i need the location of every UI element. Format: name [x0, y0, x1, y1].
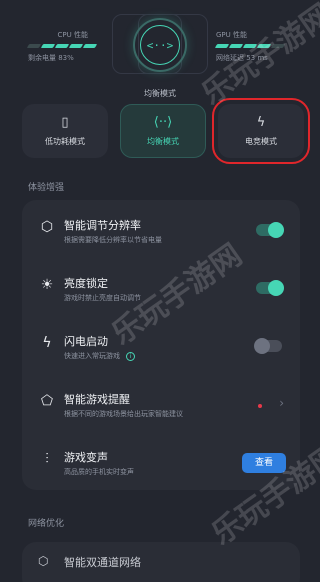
bulb-icon: ⬠	[40, 393, 54, 409]
mode-low-power-label: 低功耗模式	[45, 136, 85, 146]
mode-low-power[interactable]: ▯ 低功耗模式	[22, 104, 108, 158]
mode-esports[interactable]: ϟ 电竞模式	[212, 98, 310, 164]
mode-balanced-label: 均衡模式	[147, 136, 179, 146]
resolution-icon: ⬡	[40, 219, 54, 235]
feature-name: 智能游戏提醒	[64, 393, 130, 406]
feature-row-game-reminder[interactable]: ⬠ 智能游戏提醒 根据不同的游戏场景给出玩家智能建议 ›	[22, 374, 300, 432]
section-network-title: 网络优化	[28, 519, 65, 529]
mode-esports-label: 电竞模式	[245, 136, 277, 146]
voice-wave-icon: ⫶	[45, 451, 49, 467]
network-card[interactable]: ⬡ 智能双通道网络	[22, 542, 300, 582]
mode-indicator-ring: <··>	[133, 18, 187, 72]
mode-selector: ▯ 低功耗模式 ⟨··⟩ 均衡模式 ϟ 电竞模式	[22, 98, 310, 164]
lightning-icon: ϟ	[256, 114, 266, 130]
balance-icon: ⟨··⟩	[153, 114, 173, 130]
feature-desc: 快速进入常玩游戏 i	[64, 351, 135, 361]
feature-name: 闪电启动	[64, 335, 108, 348]
feature-row-brightness: ☀ 亮度锁定 游戏时禁止亮度自动调节	[22, 258, 300, 316]
feature-desc: 根据需要降低分辨率以节省电量	[64, 236, 162, 244]
feature-row-resolution: ⬡ 智能调节分辨率 根据需要降低分辨率以节省电量	[22, 200, 300, 258]
feature-card: ⬡ 智能调节分辨率 根据需要降低分辨率以节省电量 ☀ 亮度锁定 游戏时禁止亮度自…	[22, 200, 300, 490]
feature-desc: 根据不同的游戏场景给出玩家智能建议	[64, 410, 183, 418]
performance-header: CPU 性能 剩余电量 83% <··> GPU 性能 网络延迟 53 ms 均…	[0, 0, 320, 100]
feature-row-voice-changer: ⫶ 游戏变声 高品质的手机实时变声 查看	[22, 432, 300, 490]
cpu-stat: CPU 性能 剩余电量 83%	[26, 30, 98, 63]
brightness-toggle[interactable]	[256, 280, 284, 296]
brightness-icon: ☀	[40, 277, 54, 293]
battery-remaining: 剩余电量 83%	[28, 54, 74, 62]
feature-name: 智能调节分辨率	[64, 219, 141, 232]
network-item-name: 智能双通道网络	[64, 556, 141, 569]
cpu-bars	[26, 44, 98, 48]
feature-row-flash-start: ϟ 闪电启动 快速进入常玩游戏 i	[22, 316, 300, 374]
cpu-title: CPU 性能	[57, 31, 88, 39]
gpu-bars	[214, 44, 286, 48]
flash-start-toggle[interactable]	[254, 338, 282, 354]
resolution-toggle[interactable]	[256, 222, 284, 238]
mode-balanced[interactable]: ⟨··⟩ 均衡模式	[120, 104, 206, 158]
flash-start-icon: ϟ	[42, 335, 52, 351]
section-experience-title: 体验增强	[28, 183, 65, 193]
chevron-right-icon: ›	[279, 396, 284, 410]
view-button[interactable]: 查看	[242, 453, 286, 473]
current-mode-label: 均衡模式	[144, 89, 176, 98]
network-latency: 网络延迟 53 ms	[216, 54, 268, 62]
feature-name: 亮度锁定	[64, 277, 108, 290]
balance-center-icon: <··>	[140, 25, 180, 65]
feature-name: 游戏变声	[64, 451, 108, 464]
feature-desc: 高品质的手机实时变声	[64, 468, 134, 476]
info-icon[interactable]: i	[126, 351, 135, 361]
notification-dot	[258, 404, 262, 408]
feature-desc: 游戏时禁止亮度自动调节	[64, 294, 141, 302]
battery-icon: ▯	[61, 114, 69, 130]
gpu-title: GPU 性能	[216, 31, 247, 39]
gpu-stat: GPU 性能 网络延迟 53 ms	[214, 30, 286, 63]
network-icon: ⬡	[38, 554, 49, 568]
